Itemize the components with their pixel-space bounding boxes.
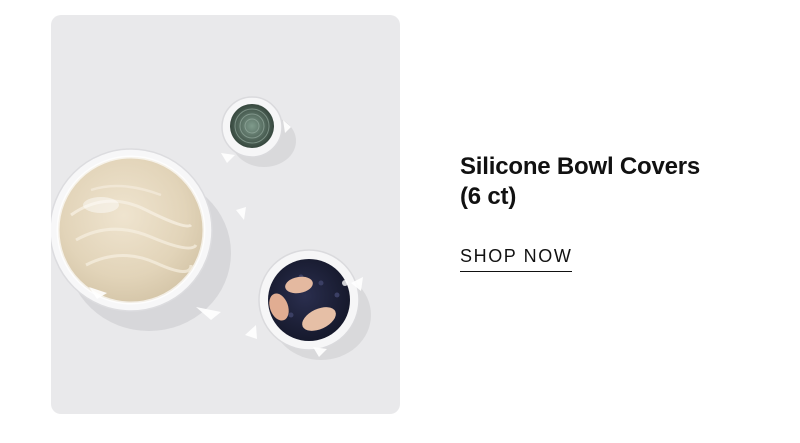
small-bowl-cover	[221, 96, 296, 167]
product-card: Silicone Bowl Covers (6 ct) SHOP NOW	[0, 0, 800, 443]
large-bowl-cover	[51, 148, 246, 331]
shop-now-link[interactable]: SHOP NOW	[460, 246, 573, 272]
product-title: Silicone Bowl Covers (6 ct)	[460, 152, 780, 212]
medium-bowl-cover	[245, 249, 371, 360]
product-image[interactable]	[51, 15, 400, 414]
product-title-line1: Silicone Bowl Covers	[460, 153, 701, 180]
product-info: Silicone Bowl Covers (6 ct) SHOP NOW	[460, 152, 780, 272]
product-title-line2: (6 ct)	[460, 183, 517, 210]
